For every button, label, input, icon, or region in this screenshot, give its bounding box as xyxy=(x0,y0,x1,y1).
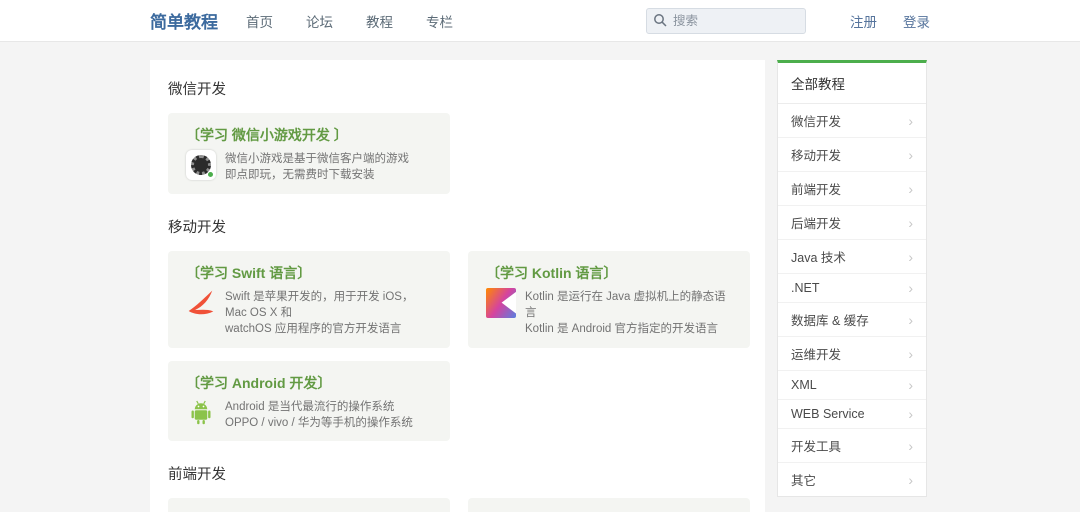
chevron-right-icon: › xyxy=(908,313,913,327)
chevron-right-icon: › xyxy=(908,439,913,453)
sidebar-item-other[interactable]: 其它 › xyxy=(778,463,926,496)
wechat-minigame-icon xyxy=(186,150,216,180)
chevron-right-icon: › xyxy=(908,114,913,128)
chevron-right-icon: › xyxy=(908,281,913,295)
desc-line: watchOS 应用程序的官方开发语言 xyxy=(225,321,432,337)
swift-icon xyxy=(186,288,216,318)
desc-line: 微信小游戏是基于微信客户端的游戏 xyxy=(225,151,409,167)
sidebar-item-database-cache[interactable]: 数据库 & 缓存 › xyxy=(778,303,926,337)
section-frontend-dev: 前端开发 〔学习 HTML 〕 HTML HTML 是用来描述网页的一种语言 xyxy=(168,463,750,512)
card-html5[interactable]: 〔学习 HTML5 〕 5 HTML HTML5 是下一代 HTML 标准 HT… xyxy=(468,498,750,512)
sidebar-item-label: 前端开发 xyxy=(791,179,841,198)
sidebar-item-frontend-dev[interactable]: 前端开发 › xyxy=(778,172,926,206)
nav-item-tutorials[interactable]: 教程 xyxy=(366,11,393,31)
card-description: 微信小游戏是基于微信客户端的游戏 即点即玩，无需费时下载安装 xyxy=(225,150,409,184)
top-navbar: 简单教程 首页 论坛 教程 专栏 注册 登录 xyxy=(0,0,1080,42)
sidebar-item-xml[interactable]: XML › xyxy=(778,371,926,400)
sidebar-item-label: WEB Service xyxy=(791,407,865,421)
sidebar: 全部教程 微信开发 › 移动开发 › 前端开发 › 后端开发 › Java 技术… xyxy=(777,60,927,512)
section-title: 移动开发 xyxy=(168,216,750,237)
sidebar-item-label: 运维开发 xyxy=(791,344,841,363)
sidebar-item-wechat-dev[interactable]: 微信开发 › xyxy=(778,104,926,138)
section-title: 微信开发 xyxy=(168,78,750,99)
card-swift[interactable]: 〔学习 Swift 语言〕 Swift 是苹果开发的，用于开发 iOS，Mac … xyxy=(168,251,450,348)
card-body: Kotlin 是运行在 Java 虚拟机上的静态语言 Kotlin 是 Andr… xyxy=(486,288,732,338)
sidebar-item-java[interactable]: Java 技术 › xyxy=(778,240,926,274)
all-tutorials-box: 全部教程 微信开发 › 移动开发 › 前端开发 › 后端开发 › Java 技术… xyxy=(777,60,927,497)
search-box xyxy=(646,8,806,34)
section-wechat-dev: 微信开发 〔学习 微信小游戏开发 〕 微信小游戏是基于微信客户端的游戏 即点即玩… xyxy=(168,78,750,194)
card-title[interactable]: 〔学习 Kotlin 语言〕 xyxy=(486,263,732,283)
card-grid: 〔学习 微信小游戏开发 〕 微信小游戏是基于微信客户端的游戏 即点即玩，无需费时… xyxy=(168,113,750,194)
site-logo[interactable]: 简单教程 xyxy=(150,8,218,33)
desc-line: Kotlin 是运行在 Java 虚拟机上的静态语言 xyxy=(525,289,732,322)
card-title[interactable]: 〔学习 微信小游戏开发 〕 xyxy=(186,125,432,145)
card-description: Kotlin 是运行在 Java 虚拟机上的静态语言 Kotlin 是 Andr… xyxy=(525,288,732,338)
card-body: Android 是当代最流行的操作系统 OPPO / vivo / 华为等手机的… xyxy=(186,398,432,432)
sidebar-item-label: 微信开发 xyxy=(791,111,841,130)
chevron-right-icon: › xyxy=(908,216,913,230)
sidebar-item-label: Java 技术 xyxy=(791,247,846,266)
login-link[interactable]: 登录 xyxy=(903,11,930,31)
section-title: 前端开发 xyxy=(168,463,750,484)
page-body: 微信开发 〔学习 微信小游戏开发 〕 微信小游戏是基于微信客户端的游戏 即点即玩… xyxy=(0,42,1080,512)
sidebar-item-dotnet[interactable]: .NET › xyxy=(778,274,926,303)
sidebar-item-dev-tools[interactable]: 开发工具 › xyxy=(778,429,926,463)
sidebar-item-label: 开发工具 xyxy=(791,436,841,455)
desc-line: Android 是当代最流行的操作系统 xyxy=(225,399,413,415)
kotlin-icon-notch xyxy=(486,288,516,318)
sidebar-item-web-service[interactable]: WEB Service › xyxy=(778,400,926,429)
card-html[interactable]: 〔学习 HTML 〕 HTML HTML 是用来描述网页的一种语言 xyxy=(168,498,450,512)
register-link[interactable]: 注册 xyxy=(850,11,877,31)
card-android[interactable]: 〔学习 Android 开发〕 xyxy=(168,361,450,442)
desc-line: Kotlin 是 Android 官方指定的开发语言 xyxy=(525,321,732,337)
search-icon xyxy=(653,13,667,27)
sidebar-item-backend-dev[interactable]: 后端开发 › xyxy=(778,206,926,240)
chevron-right-icon: › xyxy=(908,378,913,392)
auth-links: 注册 登录 xyxy=(824,11,930,31)
sidebar-item-label: XML xyxy=(791,378,817,392)
desc-line: 即点即玩，无需费时下载安装 xyxy=(225,167,409,183)
card-grid: 〔学习 Swift 语言〕 Swift 是苹果开发的，用于开发 iOS，Mac … xyxy=(168,251,750,442)
sidebar-item-label: .NET xyxy=(791,281,819,295)
chevron-right-icon: › xyxy=(908,347,913,361)
sidebar-item-label: 其它 xyxy=(791,470,816,489)
wechat-minigame-dot xyxy=(207,171,214,178)
card-body: Swift 是苹果开发的，用于开发 iOS，Mac OS X 和 watchOS… xyxy=(186,288,432,338)
card-description: Android 是当代最流行的操作系统 OPPO / vivo / 华为等手机的… xyxy=(225,398,413,432)
android-icon xyxy=(186,398,216,428)
card-title[interactable]: 〔学习 Swift 语言〕 xyxy=(186,263,432,283)
desc-line: OPPO / vivo / 华为等手机的操作系统 xyxy=(225,415,413,431)
card-body: 微信小游戏是基于微信客户端的游戏 即点即玩，无需费时下载安装 xyxy=(186,150,432,184)
card-title[interactable]: 〔学习 Android 开发〕 xyxy=(186,373,432,393)
sidebar-item-label: 移动开发 xyxy=(791,145,841,164)
sidebar-item-label: 数据库 & 缓存 xyxy=(791,310,869,329)
chevron-right-icon: › xyxy=(908,250,913,264)
chevron-right-icon: › xyxy=(908,407,913,421)
kotlin-icon xyxy=(486,288,516,318)
card-description: Swift 是苹果开发的，用于开发 iOS，Mac OS X 和 watchOS… xyxy=(225,288,432,338)
chevron-right-icon: › xyxy=(908,182,913,196)
search-input[interactable] xyxy=(646,8,806,34)
section-mobile-dev: 移动开发 〔学习 Swift 语言〕 Swift 是苹果开发的，用于开发 iOS… xyxy=(168,216,750,442)
sidebar-item-devops[interactable]: 运维开发 › xyxy=(778,337,926,371)
chevron-right-icon: › xyxy=(908,473,913,487)
all-tutorials-title: 全部教程 xyxy=(778,63,926,104)
card-wechat-minigame[interactable]: 〔学习 微信小游戏开发 〕 微信小游戏是基于微信客户端的游戏 即点即玩，无需费时… xyxy=(168,113,450,194)
nav-item-home[interactable]: 首页 xyxy=(246,11,273,31)
nav-item-forum[interactable]: 论坛 xyxy=(306,11,333,31)
card-grid: 〔学习 HTML 〕 HTML HTML 是用来描述网页的一种语言 〔学习 HT xyxy=(168,498,750,512)
desc-line: Swift 是苹果开发的，用于开发 iOS，Mac OS X 和 xyxy=(225,289,432,322)
sidebar-item-mobile-dev[interactable]: 移动开发 › xyxy=(778,138,926,172)
nav-item-columns[interactable]: 专栏 xyxy=(426,11,453,31)
main-content-panel: 微信开发 〔学习 微信小游戏开发 〕 微信小游戏是基于微信客户端的游戏 即点即玩… xyxy=(150,60,765,512)
sidebar-item-label: 后端开发 xyxy=(791,213,841,232)
card-kotlin[interactable]: 〔学习 Kotlin 语言〕 Kotlin 是运行在 Java 虚拟机上的静态语… xyxy=(468,251,750,348)
main-nav: 首页 论坛 教程 专栏 xyxy=(246,11,486,31)
chevron-right-icon: › xyxy=(908,148,913,162)
